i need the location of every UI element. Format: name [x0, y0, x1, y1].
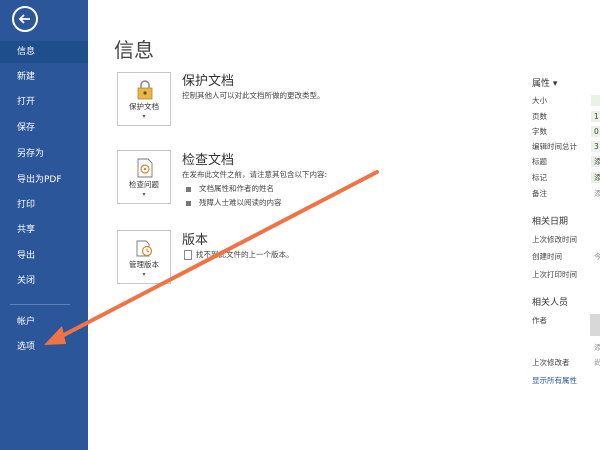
- chevron-down-icon: ▾: [142, 113, 146, 120]
- property-value: [591, 95, 600, 106]
- protect-title: 保护文档: [182, 74, 235, 89]
- sidebar-divider: [10, 304, 70, 305]
- date-label: 上次打印时间: [532, 270, 577, 279]
- related-people-header: 相关人员: [532, 298, 569, 308]
- sidebar-item-close[interactable]: 关闭: [0, 270, 88, 292]
- versions-description: 找不到此文件的上一个版本。: [184, 249, 294, 260]
- manage-versions-tile-label: 管理版本: [129, 260, 159, 269]
- page-title: 信息: [114, 38, 154, 62]
- lock-icon: [137, 80, 153, 100]
- add-author-link[interactable]: 添: [591, 342, 600, 353]
- properties-pane: 属性 ▾ 大小 页数 1 字数 0 编辑时间总计 3 标题 添 标记 添 备注 …: [532, 0, 600, 450]
- last-modified-by-value: 尚: [594, 358, 600, 367]
- sidebar-item-save-as[interactable]: 另存为: [0, 143, 88, 165]
- property-comments-field[interactable]: 添: [591, 188, 600, 199]
- sidebar-item-account[interactable]: 帐户: [0, 311, 88, 333]
- protect-tile-label: 保护文档: [129, 102, 159, 111]
- sidebar-item-save[interactable]: 保存: [0, 117, 88, 139]
- related-dates-header: 相关日期: [532, 217, 569, 227]
- sidebar-item-open[interactable]: 打开: [0, 91, 88, 113]
- property-label: 编辑时间总计: [532, 142, 577, 151]
- property-tags-field[interactable]: 添: [591, 172, 600, 183]
- property-title-field[interactable]: 添: [591, 156, 600, 167]
- last-modified-by-label: 上次修改者: [532, 358, 570, 367]
- chevron-down-icon: ▾: [142, 191, 146, 198]
- document-small-icon: [184, 250, 192, 260]
- inspect-document-icon: [137, 158, 153, 178]
- backstage-sidebar: 信息 新建 打开 保存 另存为 导出为PDF 打印 共享 导出 关闭 帐户 选项: [0, 0, 88, 450]
- sidebar-item-print[interactable]: 打印: [0, 194, 88, 216]
- chevron-down-icon: ▾: [142, 271, 146, 278]
- inspect-bullet-item: 残障人士难以阅读的内容: [186, 197, 282, 208]
- property-value: 0: [591, 126, 600, 137]
- versions-icon: [136, 240, 153, 257]
- versions-title: 版本: [182, 233, 209, 248]
- author-label: 作者: [532, 316, 547, 325]
- date-label: 上次修改时间: [532, 235, 577, 244]
- check-issues-button[interactable]: 检查问题 ▾: [117, 150, 171, 204]
- sidebar-item-export-pdf[interactable]: 导出为PDF: [0, 169, 88, 191]
- inspect-description: 在发布此文件之前，请注意其包含以下内容:: [182, 170, 328, 179]
- properties-header[interactable]: 属性 ▾: [532, 76, 557, 89]
- property-label: 页数: [532, 112, 547, 121]
- sidebar-item-new[interactable]: 新建: [0, 66, 88, 88]
- inspect-bullet-item: 文档属性和作者的姓名: [186, 183, 274, 194]
- property-label: 标题: [532, 157, 547, 166]
- protect-document-button[interactable]: 保护文档 ▾: [117, 72, 171, 126]
- back-arrow-icon: [18, 14, 30, 24]
- sidebar-item-export[interactable]: 导出: [0, 245, 88, 267]
- avatar: [590, 314, 600, 336]
- protect-description: 控制其他人可以对此文档所做的更改类型。: [182, 91, 325, 100]
- property-label: 标记: [532, 173, 547, 182]
- manage-versions-button[interactable]: 管理版本 ▾: [117, 230, 171, 284]
- check-issues-tile-label: 检查问题: [129, 180, 159, 189]
- sidebar-item-share[interactable]: 共享: [0, 219, 88, 241]
- info-panel: 信息 保护文档 ▾ 保护文档 控制其他人可以对此文档所做的更改类型。 检查问题 …: [88, 0, 600, 450]
- sidebar-item-options[interactable]: 选项: [0, 336, 88, 358]
- sidebar-item-info[interactable]: 信息: [0, 41, 88, 63]
- back-button[interactable]: [12, 6, 38, 32]
- inspect-title: 检查文档: [182, 153, 235, 168]
- date-label: 创建时间: [532, 252, 562, 261]
- property-label: 字数: [532, 127, 547, 136]
- created-date-value: 今: [594, 252, 600, 261]
- property-label: 备注: [532, 189, 547, 198]
- property-label: 大小: [532, 96, 547, 105]
- property-value: 3: [591, 141, 600, 152]
- property-value: 1: [591, 111, 600, 122]
- show-all-properties-link[interactable]: 显示所有属性: [532, 375, 577, 386]
